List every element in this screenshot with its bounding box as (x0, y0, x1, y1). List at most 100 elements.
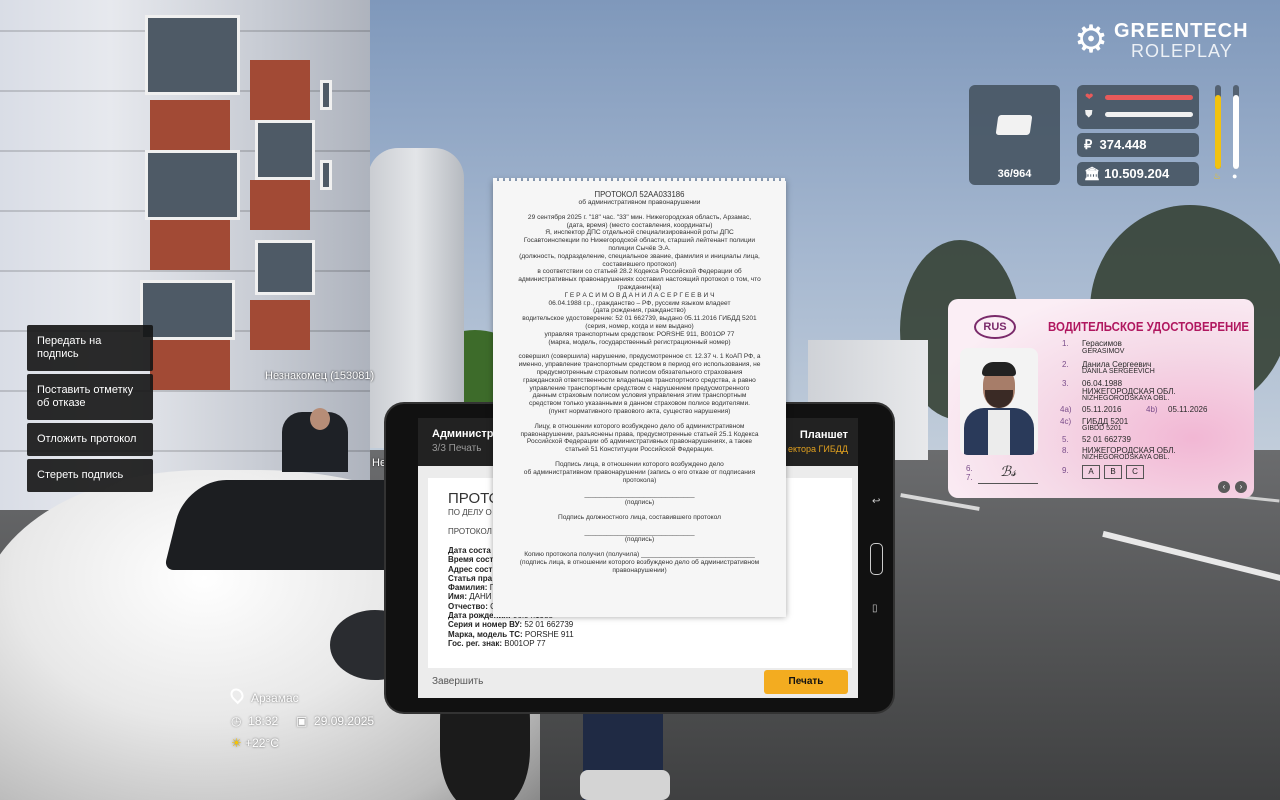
protocol-line: об административном правонарушении (578, 199, 701, 206)
bank-icon: 🏛 (1084, 166, 1105, 181)
next-arrow-icon[interactable]: › (1235, 481, 1247, 493)
protocol-line: Госавтоинспекции по Нижегородской област… (523, 237, 756, 245)
player-nametag-2: Не (372, 457, 387, 469)
doc-field-label: Адрес сост (448, 564, 493, 574)
npc-head (310, 408, 330, 430)
signature-line (978, 483, 1038, 484)
protocol-line: административных правонарушениях состави… (518, 276, 761, 284)
armor-bar (1105, 112, 1193, 117)
paper-gap (501, 207, 778, 214)
home-button[interactable] (870, 543, 883, 575)
protocol-line: (должность, подразделение, специальное з… (519, 252, 760, 260)
doc-field-value: B001OP 77 (504, 638, 546, 648)
protocol-line: управляя транспортным средством: PORSHE … (544, 330, 735, 338)
license-residence-lat: NIZHEGORODSKAYA OBL. (1082, 454, 1170, 461)
tablet-footer: Завершить Печать (418, 668, 858, 698)
field-num: 1. (1062, 339, 1069, 348)
field-num: 7. (966, 473, 973, 482)
category-b: B (1104, 465, 1122, 479)
logo-line1: GREENTECH (1114, 20, 1249, 42)
print-button[interactable]: Печать (764, 670, 848, 694)
recent-apps-icon[interactable]: ▯ (872, 603, 878, 614)
printed-protocol: ПРОТОКОЛ 52АА033186 об административном п… (493, 178, 786, 617)
protocol-line: (подпись) (624, 499, 655, 507)
protocol-line: 29 сентября 2025 г. "18" час. "33" мин. … (527, 213, 752, 221)
send-for-signature-button[interactable]: Передать на подпись (27, 325, 153, 371)
protocol-line: данным страховым полисом условия управле… (532, 392, 747, 400)
doc-field-label: Серия и номер ВУ: (448, 620, 523, 630)
tablet-section-title: Администра (432, 428, 500, 440)
postpone-protocol-button[interactable]: Отложить протокол (27, 423, 153, 456)
protocol-line: Копию протокола получил (получила) _____… (524, 551, 755, 559)
location-pin-icon (227, 685, 247, 705)
ammo-counter: 36/964 (997, 168, 1032, 180)
protocol-line: (серия, номер, когда и кем выдано) (585, 322, 694, 330)
date-value: 29.09.2025 (314, 714, 375, 728)
rus-badge: RUS (974, 315, 1016, 339)
signature: ℬ𝓈 (1000, 463, 1017, 479)
paper-gap (501, 522, 778, 529)
thirst-bar-fill (1233, 95, 1239, 169)
mark-refusal-button[interactable]: Поставить отметку об отказе (27, 374, 153, 420)
protocol-line: именно, управление транспортным средство… (518, 361, 761, 369)
doc-field-label: Имя: (448, 592, 467, 602)
license-title: ВОДИТЕЛЬСКОЕ УДОСТОВЕРЕНИЕ (1048, 319, 1250, 334)
license-region-lat: NIZHEGORODSKAYA OBL. (1082, 395, 1170, 402)
license-expires: 05.11.2026 (1168, 405, 1208, 414)
prev-arrow-icon[interactable]: ‹ (1218, 481, 1230, 493)
doc-field-label: Фамилия: (448, 583, 488, 593)
doc-field-label: Отчество: (448, 601, 488, 611)
protocol-actions-menu: Передать на подпись Поставить отметку об… (27, 325, 153, 495)
field-num: 2. (1062, 360, 1069, 369)
shield-icon: ⛊ (1085, 109, 1093, 120)
weapon-panel: 36/964 (969, 85, 1060, 185)
protocol-line: (марка, модель, государственный регистра… (548, 338, 731, 346)
erase-signature-button[interactable]: Стереть подпись (27, 459, 153, 492)
protocol-line: об административном правонарушении (запи… (523, 468, 756, 476)
protocol-line: статьей 51 Конституции Российской Федера… (565, 446, 714, 454)
calendar-icon: ▣ (296, 714, 315, 728)
building (368, 148, 464, 448)
protocol-line: Г Е Р А С И М О В Д А Н И Л А С Е Р Г Е … (564, 291, 715, 299)
thirst-bar (1233, 85, 1239, 169)
paper-gap (501, 507, 778, 514)
sun-icon: ☀ (231, 736, 246, 750)
field-num: 6. (966, 464, 973, 473)
protocol-line: управление транспортным средством с нару… (529, 384, 750, 392)
doc-field-value: PORSHE 911 (524, 629, 574, 639)
license-photo (960, 348, 1038, 455)
water-drop-icon: ● (1232, 171, 1238, 181)
field-num: 9. (1062, 466, 1069, 475)
tablet-role: ектора ГИБДД (787, 444, 848, 454)
paper-gap (501, 346, 778, 353)
license-authority-lat: GIBDD 5201 (1082, 425, 1122, 432)
hunger-icon: ♨ (1213, 171, 1222, 181)
hunger-bar-fill (1215, 95, 1221, 169)
tablet-app-name: Планшет (799, 429, 848, 441)
bank-display: 🏛 10.509.204 (1077, 162, 1199, 186)
protocol-line: 06.04.1988 г.р., гражданство – РФ, русск… (548, 299, 731, 307)
doc-field-row: Серия и номер ВУ: 52 01 662739 (448, 620, 832, 629)
back-icon[interactable]: ↩ (872, 496, 880, 507)
protocol-line: Подпись лица, в отношении которого возбу… (555, 460, 724, 468)
paper-gap (501, 454, 778, 461)
doc-field-label: Время сост (448, 555, 494, 565)
paper-gap (501, 416, 778, 423)
doc-field-value: 52 01 662739 (524, 620, 574, 630)
category-c: C (1126, 465, 1144, 479)
license-issued: 05.11.2016 (1082, 405, 1122, 414)
field-num: 5. (1062, 435, 1069, 444)
protocol-line: (подпись) (624, 536, 655, 544)
doc-field-label: Марка, модель ТС: (448, 629, 523, 639)
player-shoes (580, 770, 670, 800)
license-surname: Герасимов (1082, 339, 1122, 348)
finish-button[interactable]: Завершить (432, 676, 483, 687)
ruble-icon: ₽ (1084, 137, 1100, 152)
protocol-line: протокола) (622, 476, 657, 484)
protocol-line: предусмотренным страховым полисом обязат… (536, 368, 743, 376)
temperature-value: +22°C (245, 736, 279, 750)
driver-license-card: RUS ВОДИТЕЛЬСКОЕ УДОСТОВЕРЕНИЕ 1. Гераси… (948, 299, 1254, 498)
doc-field-label: Гос. рег. знак: (448, 638, 503, 648)
paper-gap (501, 484, 778, 491)
clock-icon: ◷ (231, 714, 249, 728)
